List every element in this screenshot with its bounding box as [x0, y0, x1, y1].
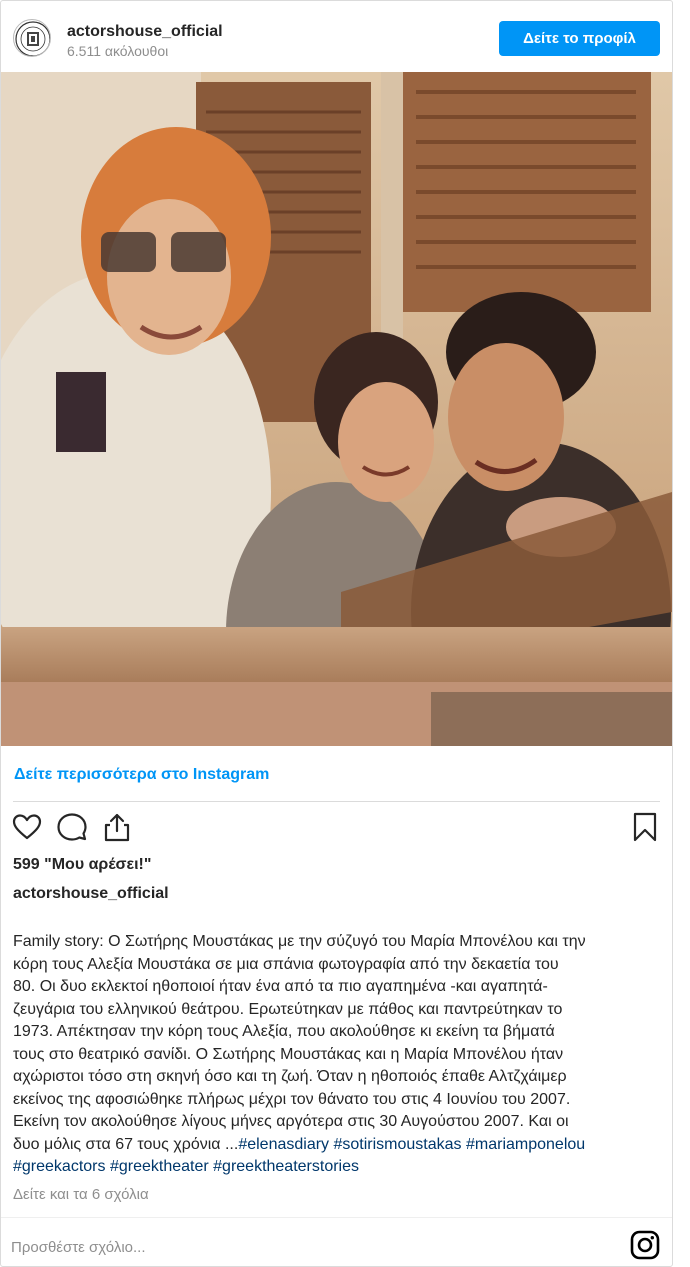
- hashtag-link[interactable]: #mariamponelou: [466, 1136, 585, 1153]
- post-header: actorshouse_official 6.511 ακόλουθοι Δεί…: [1, 1, 672, 71]
- caption-line: 1973. Απέκτησαν την κόρη τους Αλεξία, πο…: [13, 1023, 555, 1040]
- divider: [1, 1217, 672, 1218]
- caption-line: Family story: Ο Σωτήρης Μουστάκας με την…: [13, 933, 586, 950]
- hashtag-link[interactable]: #elenasdiary: [238, 1136, 329, 1153]
- caption-text: δυο μόλις στα 67 τους χρόνια ...: [13, 1135, 239, 1153]
- caption-line: κόρη τους Αλεξία Μουστάκα σε μια σπάνια …: [13, 955, 559, 973]
- caption-line: ζευγάρια του ελληνικού θεάτρου. Ερωτεύτη…: [13, 1000, 563, 1018]
- caption-username[interactable]: actorshouse_official: [13, 885, 169, 903]
- hashtag-link[interactable]: #greektheater: [110, 1158, 209, 1175]
- bookmark-icon[interactable]: [629, 811, 661, 843]
- hashtag-link[interactable]: #greekactors: [13, 1158, 106, 1175]
- caption-line: #greekactors #greektheater #greektheater…: [13, 1156, 663, 1179]
- post-caption: Family story: Ο Σωτήρης Μουστάκας με την…: [13, 931, 663, 1179]
- divider: [13, 801, 660, 802]
- caption-line: εκείνος της αφοσιώθηκε πλήρως μέχρι τον …: [13, 1090, 571, 1108]
- caption-line: τους στο θεατρικό σανίδι. Ο Σωτήρης Μουσ…: [13, 1045, 564, 1063]
- view-more-on-instagram-link[interactable]: Δείτε περισσότερα στο Instagram: [14, 766, 269, 784]
- heart-icon[interactable]: [11, 811, 43, 843]
- view-profile-button[interactable]: Δείτε το προφίλ: [499, 21, 660, 56]
- post-photo[interactable]: [1, 72, 672, 746]
- caption-line: αχώριστοι τόσο στη σκηνή όσο και τη ζωή.…: [13, 1068, 567, 1085]
- like-count[interactable]: 599 "Μου αρέσει!": [13, 856, 151, 874]
- caption-line: δυο μόλις στα 67 τους χρόνια ...#elenasd…: [13, 1134, 663, 1157]
- avatar[interactable]: [13, 19, 51, 57]
- header-username[interactable]: actorshouse_official: [67, 23, 223, 41]
- avatar-logo-icon: [15, 21, 50, 56]
- view-comments-link[interactable]: Δείτε και τα 6 σχόλια: [13, 1186, 149, 1203]
- comment-icon[interactable]: [56, 811, 88, 843]
- caption-line: 80. Οι δυο εκλεκτοί ηθοποιοί ήταν ένα απ…: [13, 978, 548, 995]
- instagram-embed: actorshouse_official 6.511 ακόλουθοι Δεί…: [0, 0, 673, 1267]
- family-photo-image: [1, 72, 672, 746]
- hashtag-link[interactable]: #sotirismoustakas: [334, 1136, 462, 1153]
- follower-count: 6.511 ακόλουθοι: [67, 43, 169, 59]
- add-comment-input[interactable]: [11, 1235, 571, 1259]
- share-icon[interactable]: [101, 811, 133, 843]
- instagram-logo-icon[interactable]: [629, 1229, 661, 1261]
- hashtag-link[interactable]: #greektheaterstories: [213, 1158, 359, 1175]
- caption-line: Εκείνη τον ακολούθησε λίγους μήνες αργότ…: [13, 1113, 569, 1130]
